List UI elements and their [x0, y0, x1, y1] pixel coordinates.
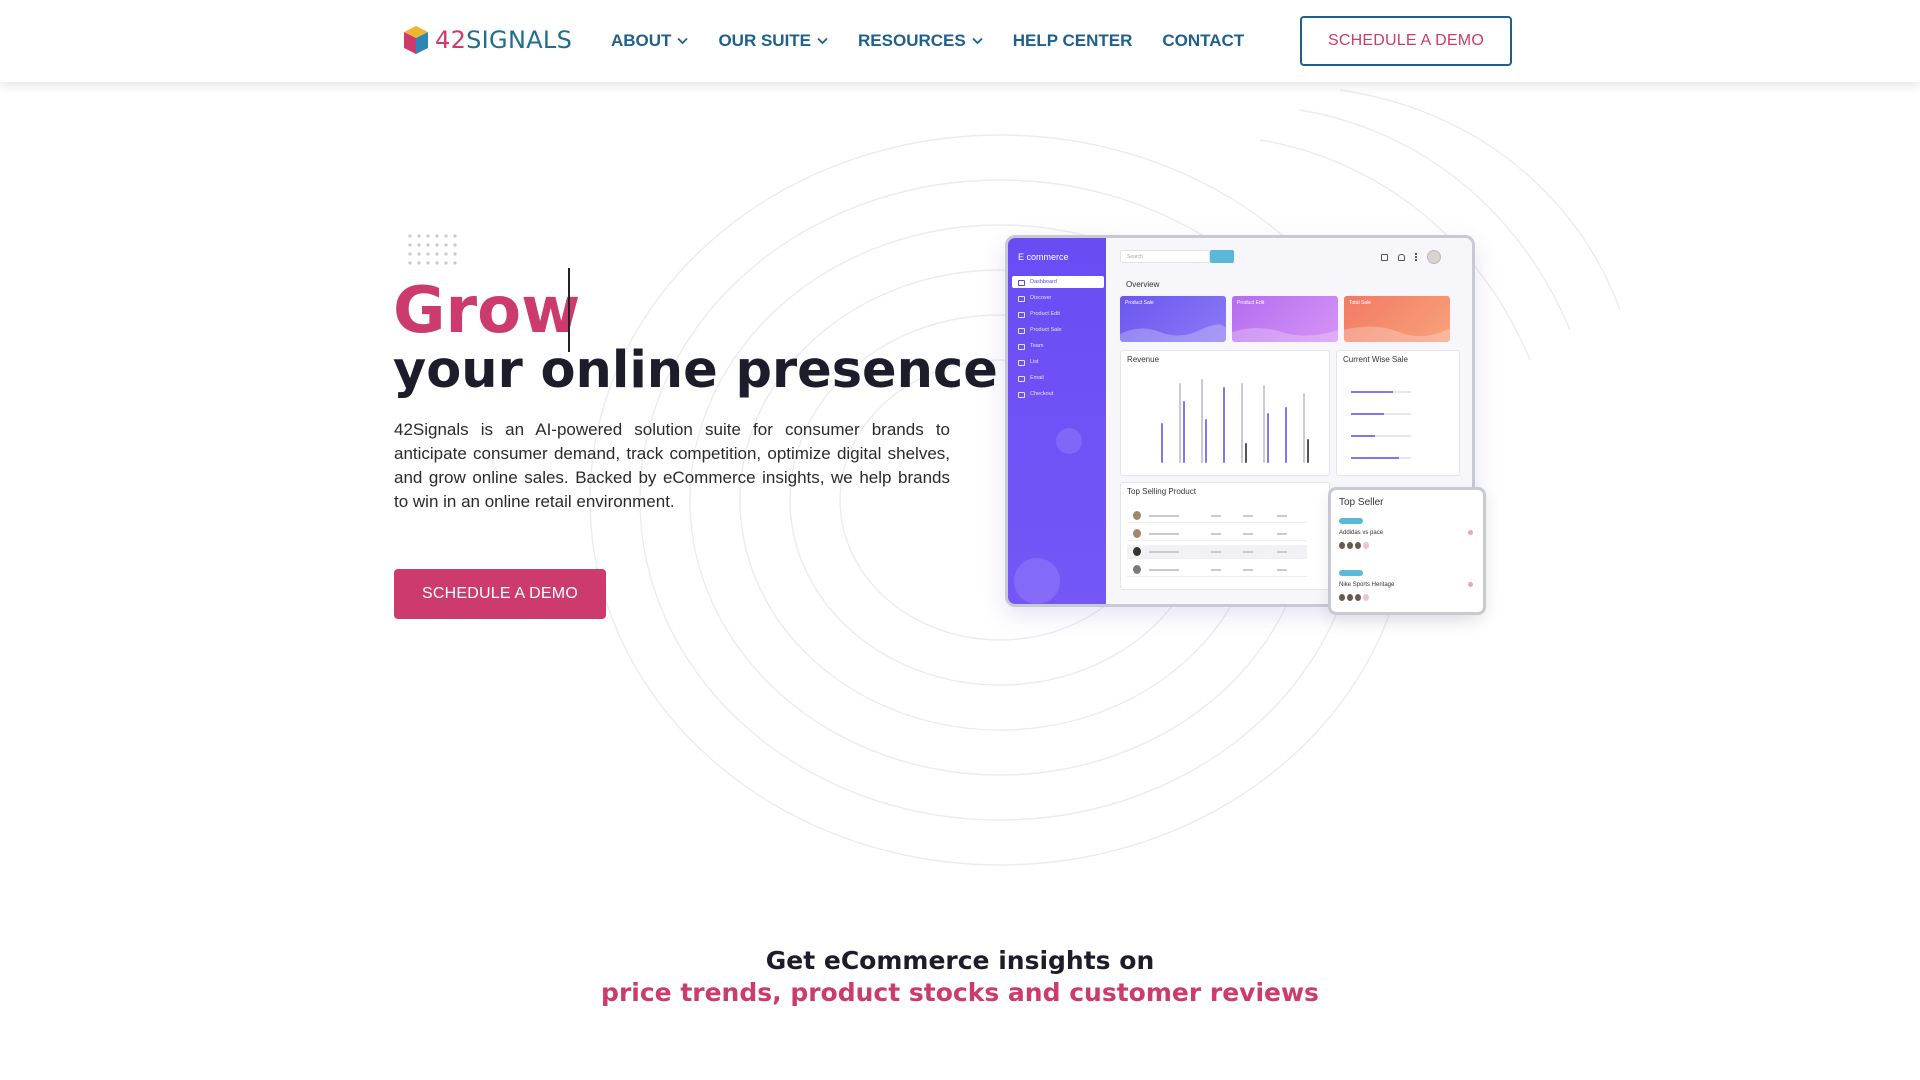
table-row	[1127, 527, 1307, 541]
mockup-bar	[1161, 423, 1163, 463]
mockup-bar	[1223, 387, 1225, 463]
mockup-sidebar-item: Dashboard	[1012, 276, 1104, 288]
mockup-bar	[1285, 407, 1287, 463]
dot-grid-decoration	[408, 234, 457, 265]
mockup-avatar-group	[1339, 542, 1369, 549]
nav-item-help-center[interactable]: HELP CENTER	[1013, 31, 1133, 51]
mockup-seller-name: Addidas vs pace	[1339, 530, 1384, 536]
mockup-seller-name: Nike Sports Heritage	[1339, 582, 1395, 588]
more-icon	[1415, 253, 1417, 261]
mockup-tag	[1339, 518, 1363, 524]
avatar	[1427, 250, 1441, 264]
table-row	[1127, 563, 1307, 577]
nav-item-resources[interactable]: RESOURCES	[858, 31, 983, 51]
mockup-sidebar-title: E commerce	[1018, 252, 1069, 262]
mockup-sidebar-item: Discover	[1012, 292, 1104, 304]
chevron-down-icon	[972, 37, 983, 45]
mockup-tag	[1339, 570, 1363, 576]
mockup-current-sale-title: Current Wise Sale	[1343, 355, 1408, 364]
hero-title: your online presence	[393, 341, 998, 400]
section-heading-highlight: price trends, product stocks and custome…	[601, 978, 1319, 1007]
mockup-revenue-panel: Revenue	[1120, 350, 1330, 476]
nav-label: RESOURCES	[858, 31, 966, 50]
mockup-bar	[1179, 383, 1181, 463]
hero-schedule-demo-button[interactable]: SCHEDULE A DEMO	[394, 569, 606, 619]
nav-item-about[interactable]: ABOUT	[611, 31, 689, 51]
bell-icon	[1398, 253, 1405, 261]
logo-cube-icon	[404, 26, 428, 54]
mockup-stat-card-label: Total Sale	[1349, 300, 1371, 306]
mockup-bar	[1263, 385, 1265, 463]
mockup-sidebar: E commerce Dashboard Discover Product Ed…	[1008, 238, 1106, 604]
mockup-revenue-title: Revenue	[1127, 355, 1160, 364]
wave-decoration	[1232, 328, 1338, 342]
table-row	[1127, 545, 1307, 559]
site-header: 42SIGNALS ABOUT OUR SUITE RESOURCES HELP…	[0, 0, 1920, 82]
nav-label: HELP CENTER	[1012, 31, 1133, 50]
mockup-sidebar-item: Product Sale	[1012, 324, 1104, 336]
mockup-stat-card-label: Product Edit	[1237, 300, 1265, 306]
mockup-top-selling-panel: Top Selling Product	[1120, 482, 1330, 590]
mockup-bar	[1267, 413, 1269, 463]
mockup-sidebar-item: Product Edit	[1012, 308, 1104, 320]
heart-icon	[1468, 530, 1473, 535]
mockup-sidebar-item: List	[1012, 356, 1104, 368]
mockup-sidebar-item: Checkout	[1012, 388, 1104, 400]
mockup-bar	[1245, 443, 1247, 463]
nav-label: ABOUT	[611, 31, 672, 50]
mockup-sidebar-item: Email	[1012, 372, 1104, 384]
hero-description: 42Signals is an AI-powered solution suit…	[394, 420, 950, 511]
mockup-top-selling-title: Top Selling Product	[1127, 487, 1196, 496]
wave-decoration	[1120, 324, 1226, 342]
mockup-stat-card-label: Product Sale	[1125, 300, 1154, 306]
mockup-search-input: Search	[1120, 250, 1210, 263]
mockup-bar	[1183, 401, 1185, 463]
logo-text: 42SIGNALS	[435, 26, 573, 54]
chevron-down-icon	[677, 37, 689, 45]
mockup-current-sale-panel: Current Wise Sale	[1336, 350, 1460, 476]
mockup-top-seller-title: Top Seller	[1339, 497, 1384, 508]
mockup-search-button	[1210, 250, 1234, 263]
mockup-stat-card: Total Sale	[1344, 296, 1450, 342]
mockup-bar	[1241, 383, 1243, 463]
header-schedule-demo-button[interactable]: SCHEDULE A DEMO	[1300, 16, 1512, 66]
mockup-stat-card: Product Sale	[1120, 296, 1226, 342]
logo[interactable]: 42SIGNALS	[403, 25, 572, 55]
mockup-top-seller-card: Top Seller Addidas vs pace Nike Sports H…	[1328, 487, 1486, 615]
mockup-progress-bar	[1351, 391, 1411, 393]
grid-icon	[1381, 253, 1388, 261]
mockup-progress-bar	[1351, 435, 1411, 437]
mockup-bar	[1205, 419, 1207, 463]
mockup-progress-bar	[1351, 457, 1411, 459]
wave-decoration	[1344, 326, 1450, 342]
mockup-bar	[1303, 393, 1305, 463]
chevron-down-icon	[817, 37, 828, 45]
nav-item-our-suite[interactable]: OUR SUITE	[718, 31, 828, 51]
mockup-bar	[1307, 439, 1309, 463]
mockup-sidebar-item: Team	[1012, 340, 1104, 352]
mockup-bubble-decoration	[1014, 558, 1060, 604]
nav-label: CONTACT	[1162, 31, 1245, 50]
main-nav: ABOUT OUR SUITE RESOURCES HELP CENTER CO…	[611, 0, 1274, 82]
nav-item-contact[interactable]: CONTACT	[1162, 31, 1244, 51]
mockup-overview-label: Overview	[1126, 280, 1160, 289]
mockup-progress-bar	[1351, 413, 1411, 415]
mockup-bubble-decoration	[1056, 428, 1082, 454]
mockup-bar	[1201, 379, 1203, 463]
table-row	[1127, 509, 1307, 523]
mockup-avatar-group	[1339, 594, 1369, 601]
nav-label: OUR SUITE	[718, 31, 812, 50]
mockup-top-icons	[1381, 250, 1441, 264]
section-heading: Get eCommerce insights on	[765, 946, 1155, 975]
mockup-stat-card: Product Edit	[1232, 296, 1338, 342]
heart-icon	[1468, 582, 1473, 587]
